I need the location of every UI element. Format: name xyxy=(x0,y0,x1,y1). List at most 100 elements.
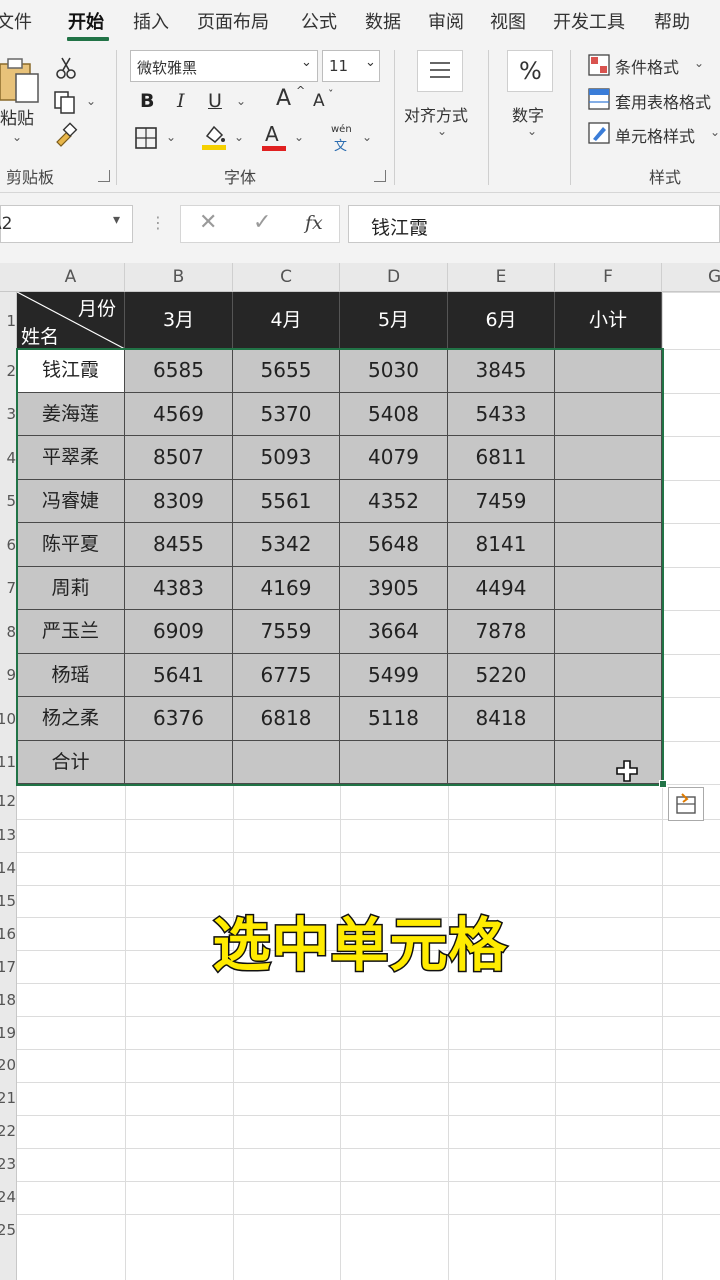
chevron-down-icon[interactable]: ⌄ xyxy=(527,124,537,138)
quick-analysis-button[interactable] xyxy=(668,787,704,821)
tab-review[interactable]: 审阅 xyxy=(428,8,464,34)
tab-insert[interactable]: 插入 xyxy=(133,8,169,34)
fill-color-icon[interactable] xyxy=(201,122,227,150)
column-header-b[interactable]: B xyxy=(125,263,233,292)
row-header-24[interactable]: 24 xyxy=(0,1188,16,1206)
value-cell[interactable]: 5433 xyxy=(448,392,555,436)
value-cell[interactable]: 6775 xyxy=(233,653,340,697)
cell-styles-button[interactable]: 单元格样式 xyxy=(615,123,695,147)
chevron-down-icon[interactable]: ⌄ xyxy=(166,130,176,144)
enter-icon[interactable]: ✓ xyxy=(253,210,271,235)
column-header-f[interactable]: F xyxy=(555,263,662,292)
value-cell[interactable]: 4079 xyxy=(340,436,448,480)
chevron-down-icon[interactable]: ⌄ xyxy=(710,125,720,139)
subtotal-cell[interactable] xyxy=(555,479,662,523)
row-header-14[interactable]: 14 xyxy=(0,859,16,877)
table-format-button[interactable]: 套用表格格式 xyxy=(615,89,711,113)
name-cell[interactable]: 杨瑶 xyxy=(17,653,125,697)
value-cell[interactable]: 7878 xyxy=(448,610,555,654)
chevron-down-icon[interactable]: ⌄ xyxy=(437,124,447,138)
row-header-2[interactable]: 2 xyxy=(0,362,16,380)
name-cell[interactable]: 周莉 xyxy=(17,566,125,610)
column-header-a[interactable]: A xyxy=(17,263,125,292)
formula-input[interactable]: 钱江霞 xyxy=(348,205,720,243)
tab-formulas[interactable]: 公式 xyxy=(301,8,337,34)
value-cell[interactable]: 4352 xyxy=(340,479,448,523)
number-label[interactable]: 数字 xyxy=(512,102,544,126)
header-cell-month[interactable]: 5月 xyxy=(340,292,448,349)
row-header-21[interactable]: 21 xyxy=(0,1089,16,1107)
diagonal-header-cell[interactable]: 月份 姓名 xyxy=(17,292,125,349)
insert-function-button[interactable]: fx xyxy=(305,212,323,234)
format-painter-icon[interactable] xyxy=(53,122,79,148)
row-header-11[interactable]: 11 xyxy=(0,753,16,771)
header-cell-month[interactable]: 6月 xyxy=(448,292,555,349)
value-cell[interactable]: 5118 xyxy=(340,697,448,741)
phonetic-guide-icon[interactable]: 文 xyxy=(334,135,347,154)
row-header-22[interactable]: 22 xyxy=(0,1122,16,1140)
value-cell[interactable]: 5342 xyxy=(233,523,340,567)
name-cell[interactable]: 陈平夏 xyxy=(17,523,125,567)
value-cell[interactable]: 5408 xyxy=(340,392,448,436)
tab-view[interactable]: 视图 xyxy=(490,8,526,34)
header-cell-month[interactable]: 4月 xyxy=(233,292,340,349)
conditional-format-button[interactable]: 条件格式 xyxy=(615,54,679,78)
value-cell[interactable]: 4494 xyxy=(448,566,555,610)
name-cell[interactable]: 钱江霞 xyxy=(17,349,125,393)
font-name-select[interactable]: 微软雅黑 ⌄ xyxy=(130,50,318,82)
column-header-e[interactable]: E xyxy=(448,263,555,292)
subtotal-cell[interactable] xyxy=(555,653,662,697)
value-cell[interactable]: 8141 xyxy=(448,523,555,567)
value-cell[interactable]: 5370 xyxy=(233,392,340,436)
row-header-23[interactable]: 23 xyxy=(0,1155,16,1173)
row-header-5[interactable]: 5 xyxy=(0,492,16,510)
row-header-12[interactable]: 12 xyxy=(0,792,16,810)
subtotal-cell[interactable] xyxy=(555,566,662,610)
value-cell[interactable]: 8455 xyxy=(125,523,233,567)
chevron-down-icon[interactable]: ⌄ xyxy=(236,94,246,108)
value-cell[interactable]: 8309 xyxy=(125,479,233,523)
chevron-down-icon[interactable]: ⌄ xyxy=(694,56,704,70)
value-cell[interactable] xyxy=(448,740,555,784)
chevron-down-icon[interactable]: ⌄ xyxy=(294,130,304,144)
column-header-c[interactable]: C xyxy=(233,263,340,292)
worksheet-grid[interactable]: A B C D E F G 1 2 3 4 5 6 7 8 9 10 11 12 13 14 15 16 17 1… xyxy=(0,263,720,1280)
subtotal-cell[interactable] xyxy=(555,392,662,436)
total-label-cell[interactable]: 合计 xyxy=(17,740,125,784)
value-cell[interactable] xyxy=(340,740,448,784)
name-cell[interactable]: 冯睿婕 xyxy=(17,479,125,523)
chevron-down-icon[interactable]: ⌄ xyxy=(234,130,244,144)
row-header-6[interactable]: 6 xyxy=(0,536,16,554)
value-cell[interactable]: 4169 xyxy=(233,566,340,610)
subtotal-cell[interactable] xyxy=(555,697,662,741)
subtotal-cell[interactable] xyxy=(555,523,662,567)
chevron-down-icon[interactable]: ⌄ xyxy=(362,130,372,144)
value-cell[interactable]: 6585 xyxy=(125,349,233,393)
subtotal-cell[interactable] xyxy=(555,610,662,654)
tab-data[interactable]: 数据 xyxy=(365,8,401,34)
fill-handle[interactable] xyxy=(659,780,667,788)
row-header-9[interactable]: 9 xyxy=(0,666,16,684)
tab-home[interactable]: 开始 xyxy=(68,8,104,34)
row-header-4[interactable]: 4 xyxy=(0,449,16,467)
value-cell[interactable] xyxy=(233,740,340,784)
value-cell[interactable]: 4569 xyxy=(125,392,233,436)
subtotal-cell[interactable] xyxy=(555,740,662,784)
value-cell[interactable]: 6909 xyxy=(125,610,233,654)
value-cell[interactable]: 3664 xyxy=(340,610,448,654)
bold-button[interactable]: B xyxy=(140,90,154,112)
copy-icon[interactable] xyxy=(53,90,79,114)
tab-page-layout[interactable]: 页面布局 xyxy=(197,8,269,34)
value-cell[interactable]: 7459 xyxy=(448,479,555,523)
name-box[interactable]: A2 ▾ xyxy=(0,205,133,243)
row-header-8[interactable]: 8 xyxy=(0,623,16,641)
value-cell[interactable]: 5220 xyxy=(448,653,555,697)
value-cell[interactable]: 5093 xyxy=(233,436,340,480)
value-cell[interactable] xyxy=(125,740,233,784)
dialog-launcher-icon[interactable] xyxy=(374,170,386,182)
tab-developer[interactable]: 开发工具 xyxy=(553,8,625,34)
header-cell-month[interactable]: 3月 xyxy=(125,292,233,349)
value-cell[interactable]: 4383 xyxy=(125,566,233,610)
subtotal-cell[interactable] xyxy=(555,436,662,480)
row-header-3[interactable]: 3 xyxy=(0,405,16,423)
